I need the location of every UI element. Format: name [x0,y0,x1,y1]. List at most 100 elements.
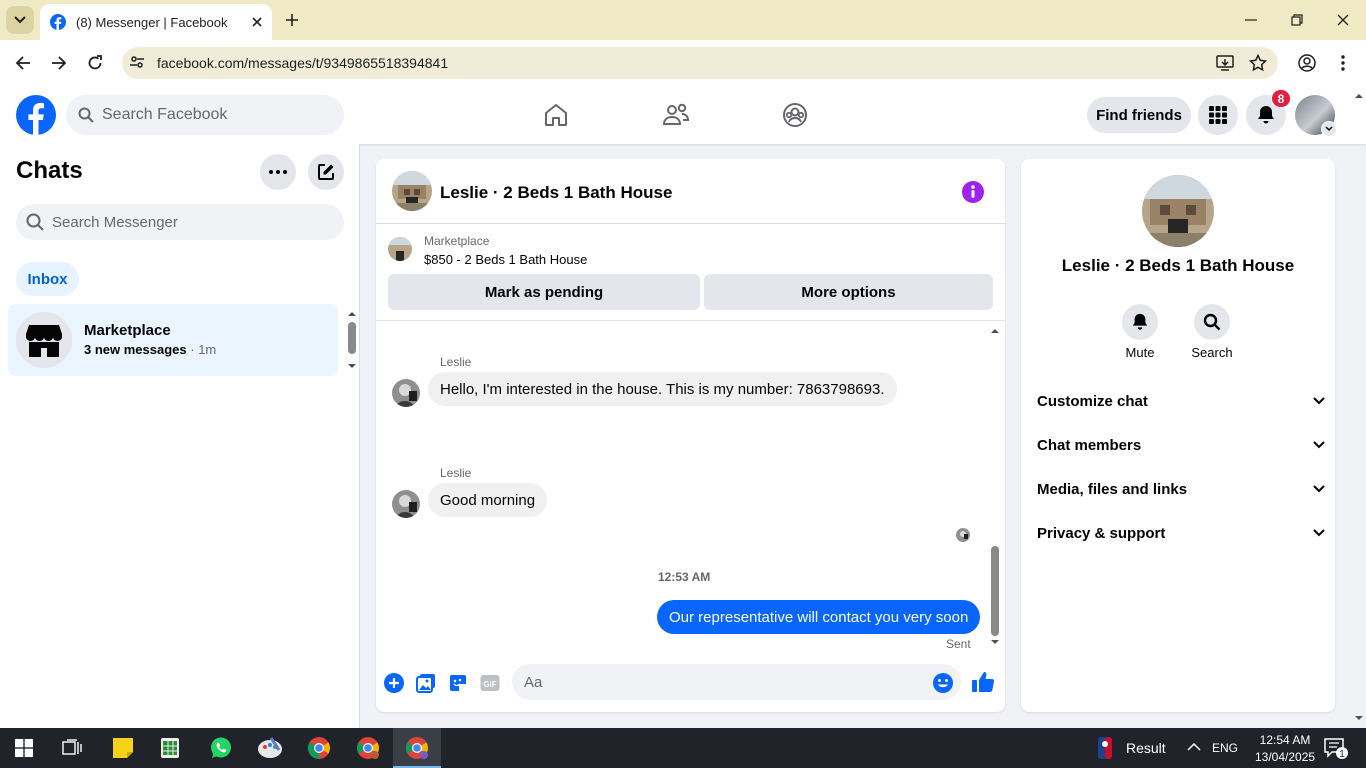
clock-time[interactable]: 12:54 AM [1255,733,1315,747]
find-friends-button[interactable]: Find friends [1087,97,1191,133]
back-button[interactable] [8,48,38,78]
install-app-icon[interactable] [1216,54,1234,72]
minimize-window-button[interactable] [1236,6,1266,34]
conversation-preview-text: 3 new messages [84,342,187,357]
url-text[interactable]: facebook.com/messages/t/9349865518394841 [157,55,448,71]
facebook-search-input[interactable] [102,106,302,124]
more-options-button[interactable]: More options [704,274,993,310]
sticky-notes-icon [113,738,133,758]
messenger-search-input[interactable] [52,213,252,231]
language-indicator[interactable]: ENG [1212,741,1238,755]
paint-app[interactable] [255,733,285,763]
search-in-conversation-button[interactable] [1194,304,1230,340]
sender-avatar[interactable] [392,379,420,407]
message-status: Sent [946,637,971,651]
menu-grid-button[interactable] [1198,95,1238,135]
chrome-app-active[interactable] [402,733,432,763]
plus-circle-icon [384,673,404,693]
sticky-notes-app[interactable] [108,733,138,763]
bookmark-star-icon[interactable] [1249,54,1267,72]
home-nav-button[interactable] [538,98,574,132]
listing-label: Marketplace [424,234,490,248]
facebook-search-field[interactable] [66,95,344,135]
section-label: Chat members [1037,436,1142,454]
reload-button[interactable] [80,48,110,78]
show-hidden-icons-chevron-icon[interactable] [1187,742,1201,751]
message-composer[interactable] [512,664,961,700]
account-chevron-icon[interactable] [1321,121,1337,137]
tab-title: (8) Messenger | Facebook [76,14,228,30]
photo-icon [416,674,435,693]
outgoing-message-bubble[interactable]: Our representative will contact you very… [657,600,981,634]
conversation-house-photo[interactable] [1142,175,1214,247]
new-message-button[interactable] [308,154,344,190]
inbox-filter-tab[interactable]: Inbox [16,262,79,296]
task-view-button[interactable] [57,733,87,763]
browser-tab[interactable]: (8) Messenger | Facebook [40,4,272,40]
chrome-app-2[interactable] [353,733,383,763]
attach-photo-button[interactable] [415,672,437,694]
gif-button[interactable]: GIF [479,672,501,694]
sender-avatar[interactable] [392,490,420,518]
widget-result-text[interactable]: Result [1126,740,1166,756]
whatsapp-app[interactable] [206,733,236,763]
paint-palette-icon [258,737,282,758]
minimize-icon [1245,19,1257,21]
chevron-down-icon [1313,441,1325,449]
chat-header-divider [376,223,1005,224]
chrome-icon [308,737,330,759]
notification-center-icon: 1 [1324,738,1348,760]
mark-as-pending-button[interactable]: Mark as pending [388,274,700,310]
chat-title[interactable]: Leslie · 2 Beds 1 Bath House [440,183,672,203]
media-files-links-section[interactable]: Media, files and links [1037,479,1325,499]
sticker-button[interactable] [447,672,469,694]
restore-icon [1291,14,1303,26]
thumbs-up-icon [972,672,995,692]
emoji-button[interactable] [932,672,954,694]
incoming-message-bubble[interactable]: Hello, I'm interested in the house. This… [428,372,897,406]
more-actions-button[interactable] [383,672,405,694]
page-scrollbar[interactable] [1352,88,1366,728]
privacy-support-section[interactable]: Privacy & support [1037,523,1325,543]
start-button[interactable] [9,733,39,763]
mute-button[interactable] [1122,304,1158,340]
send-like-button[interactable] [971,670,995,694]
chat-house-thumbnail[interactable] [392,171,432,211]
sidebar-scrollbar[interactable] [346,308,358,372]
groups-nav-button[interactable] [777,98,813,132]
close-tab-icon[interactable] [252,17,262,27]
chats-options-button[interactable] [260,154,296,190]
message-input[interactable] [524,673,904,691]
listing-price[interactable]: $850 - 2 Beds 1 Bath House [424,252,587,267]
profile-icon[interactable] [1298,54,1316,72]
close-window-button[interactable] [1328,6,1358,34]
forward-button[interactable] [44,48,74,78]
tab-search-button[interactable] [6,6,34,34]
customize-chat-section[interactable]: Customize chat [1037,391,1325,411]
restore-window-button[interactable] [1282,6,1312,34]
conversation-time: 1m [198,342,217,357]
new-tab-button[interactable] [280,8,304,32]
browser-menu-icon[interactable] [1338,54,1348,72]
friends-nav-button[interactable] [658,98,694,132]
conversation-preview: 3 new messages · 1m [84,342,216,357]
spreadsheet-app[interactable] [155,733,185,763]
messages-scrollbar[interactable] [989,324,1001,648]
chevron-down-icon [1313,397,1325,405]
chevron-down-icon [1313,485,1325,493]
incoming-message-bubble[interactable]: Good morning [428,483,548,517]
conversation-info-button[interactable] [962,181,984,203]
chrome-app-1[interactable] [304,733,334,763]
section-label: Media, files and links [1037,480,1188,498]
messenger-search-field[interactable] [16,204,344,240]
facebook-logo-icon[interactable] [16,95,56,135]
listing-thumbnail [388,237,412,261]
nba-widget-icon[interactable] [1097,736,1113,760]
action-center-button[interactable]: 1 [1324,738,1348,760]
chevron-down-icon [1313,529,1325,537]
compose-icon [318,164,334,180]
clock-date[interactable]: 13/04/2025 [1255,750,1315,764]
site-info-icon[interactable] [128,53,146,71]
chat-members-section[interactable]: Chat members [1037,435,1325,455]
close-icon [1337,14,1349,26]
